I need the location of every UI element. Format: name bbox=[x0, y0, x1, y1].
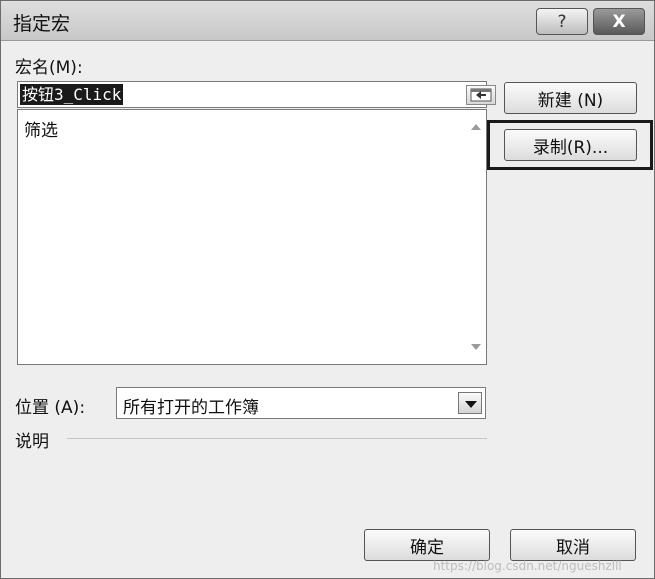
macro-name-value: 按钮3_Click bbox=[20, 84, 124, 105]
list-item[interactable]: 筛选 bbox=[24, 116, 58, 141]
title-bar: 指定宏 ? X bbox=[1, 1, 654, 41]
record-button[interactable]: 录制(R)... bbox=[504, 129, 637, 161]
watermark: https://blog.csdn.net/ngueshzlll bbox=[433, 559, 622, 573]
scroll-down-icon[interactable] bbox=[471, 344, 481, 350]
close-icon: X bbox=[612, 11, 626, 32]
new-button[interactable]: 新建 (N) bbox=[504, 82, 637, 114]
location-select[interactable]: 所有打开的工作簿 bbox=[116, 387, 486, 419]
dropdown-button[interactable] bbox=[458, 392, 482, 414]
chevron-down-icon bbox=[465, 401, 477, 408]
assign-macro-dialog: 指定宏 ? X 宏名(M): 按钮3_Click 筛选 新建 (N) 录制(R)… bbox=[0, 0, 655, 579]
help-button[interactable]: ? bbox=[536, 8, 588, 35]
macro-list[interactable]: 筛选 bbox=[17, 109, 487, 365]
macro-name-label: 宏名(M): bbox=[15, 58, 83, 78]
list-scrollbar[interactable] bbox=[466, 110, 486, 364]
collapse-dialog-icon bbox=[470, 88, 492, 102]
scroll-up-icon[interactable] bbox=[471, 124, 481, 130]
dialog-title: 指定宏 bbox=[13, 13, 71, 35]
description-divider bbox=[67, 438, 487, 439]
description-label: 说明 bbox=[15, 432, 49, 452]
location-label: 位置 (A): bbox=[15, 398, 86, 418]
ok-button[interactable]: 确定 bbox=[364, 529, 490, 561]
location-value: 所有打开的工作簿 bbox=[123, 398, 259, 418]
close-button[interactable]: X bbox=[593, 8, 645, 35]
macro-name-input[interactable]: 按钮3_Click bbox=[17, 81, 496, 108]
help-icon: ? bbox=[557, 11, 567, 32]
collapse-dialog-button[interactable] bbox=[466, 85, 496, 105]
cancel-button[interactable]: 取消 bbox=[510, 529, 636, 561]
